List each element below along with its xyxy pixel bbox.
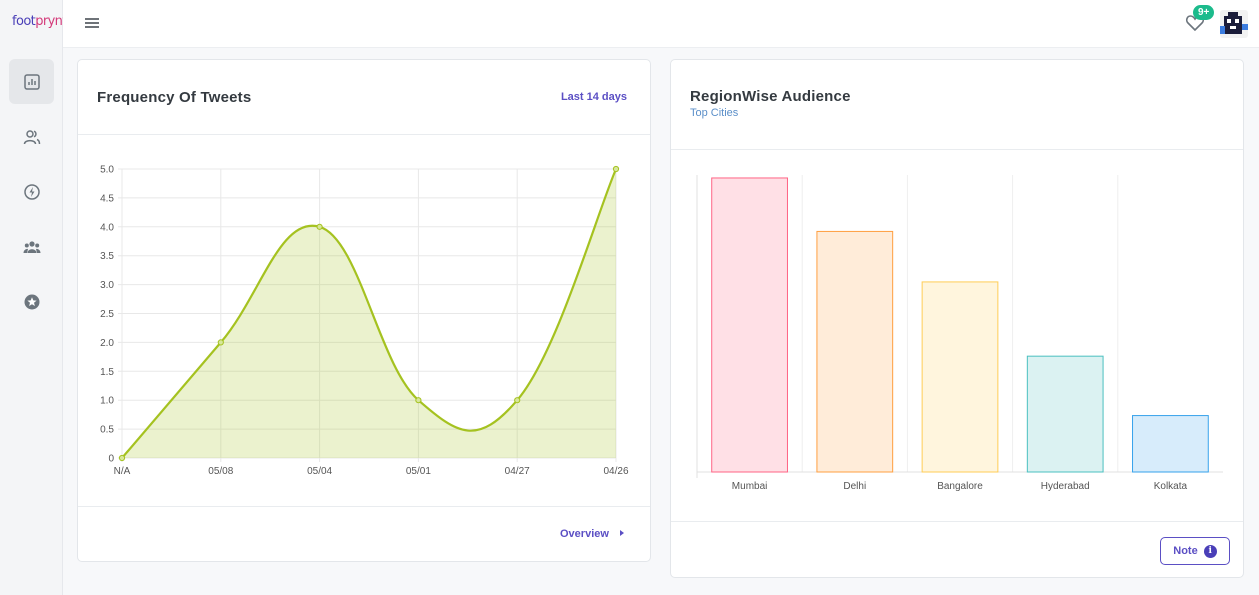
data-point bbox=[612, 165, 620, 173]
y-tick-label: 1.5 bbox=[100, 367, 114, 378]
sidebar: footprynt bbox=[0, 0, 67, 595]
topbar: 9+ bbox=[63, 0, 1259, 48]
y-tick-label: 4.5 bbox=[100, 193, 114, 204]
data-point bbox=[217, 339, 224, 346]
y-tick-label: 0.5 bbox=[100, 425, 114, 436]
x-tick-label: Bangalore bbox=[937, 481, 983, 492]
card-title: Frequency Of Tweets bbox=[97, 89, 252, 106]
divider bbox=[78, 506, 650, 507]
note-button[interactable]: Note i bbox=[1160, 537, 1230, 565]
users-icon bbox=[23, 129, 40, 144]
y-tick-label: 5.0 bbox=[100, 165, 114, 176]
bar bbox=[1132, 415, 1209, 473]
tweets-card: Frequency Of Tweets Last 14 days 0 0.5 1.0… bbox=[77, 59, 651, 562]
bar bbox=[816, 230, 894, 473]
x-tick-label: Mumbai bbox=[732, 481, 768, 492]
divider bbox=[671, 521, 1243, 522]
logo-part-1: foot bbox=[12, 14, 36, 29]
y-tick-label: 0 bbox=[108, 454, 114, 465]
date-range-link[interactable]: Last 14 days bbox=[561, 91, 627, 103]
y-tick-label: 3.5 bbox=[100, 251, 114, 262]
sidebar-item-activity[interactable] bbox=[9, 169, 54, 214]
y-tick-label: 2.0 bbox=[100, 338, 114, 349]
divider bbox=[78, 134, 650, 135]
sidebar-item-users[interactable] bbox=[9, 114, 54, 159]
overview-link[interactable]: Overview bbox=[560, 528, 624, 540]
sidebar-item-groups[interactable] bbox=[9, 224, 54, 269]
group-icon bbox=[23, 240, 40, 253]
data-point bbox=[316, 223, 323, 230]
note-label: Note bbox=[1173, 545, 1198, 557]
menu-icon[interactable] bbox=[83, 14, 101, 32]
x-tick-label: 04/26 bbox=[603, 466, 628, 477]
notification-badge: 9+ bbox=[1193, 5, 1215, 20]
data-point bbox=[514, 397, 521, 404]
y-tick-label: 3.0 bbox=[100, 280, 114, 291]
card-subtitle: Top Cities bbox=[690, 107, 739, 119]
audience-card: RegionWise Audience Top Cities Mumbai Del… bbox=[670, 59, 1244, 578]
lightning-icon bbox=[23, 183, 40, 200]
x-tick-label: 04/27 bbox=[505, 466, 530, 477]
bar bbox=[921, 281, 999, 473]
divider bbox=[671, 149, 1243, 150]
overview-label: Overview bbox=[560, 528, 609, 540]
data-point bbox=[118, 454, 126, 462]
x-tick-label: N/A bbox=[114, 466, 131, 477]
card-title: RegionWise Audience bbox=[690, 88, 851, 105]
x-tick-label: Hyderabad bbox=[1041, 481, 1090, 492]
star-icon bbox=[24, 294, 39, 309]
x-tick-label: Delhi bbox=[843, 481, 866, 492]
x-tick-label: 05/01 bbox=[406, 466, 431, 477]
y-tick-label: 1.0 bbox=[100, 396, 114, 407]
avatar[interactable] bbox=[1220, 10, 1248, 38]
bar bbox=[711, 177, 788, 473]
x-tick-label: 05/04 bbox=[307, 466, 332, 477]
sidebar-item-analytics[interactable] bbox=[9, 59, 54, 104]
audience-bar-chart: Mumbai Delhi Bangalore Hyderabad Kolkata bbox=[696, 175, 1223, 492]
data-point bbox=[415, 397, 422, 404]
logo[interactable]: footprynt bbox=[12, 14, 67, 29]
info-icon: i bbox=[1203, 544, 1217, 558]
bar bbox=[1026, 355, 1104, 473]
x-tick-label: 05/08 bbox=[208, 466, 233, 477]
caret-right-icon bbox=[619, 530, 624, 536]
bar-chart-icon bbox=[23, 73, 40, 90]
sidebar-item-favorites[interactable] bbox=[9, 279, 54, 324]
x-tick-label: Kolkata bbox=[1154, 481, 1188, 492]
tweets-area-chart: 0 0.5 1.0 1.5 2.0 2.5 3.0 3.5 4.0 4.5 5.0 N/A 05/08 0… bbox=[100, 165, 629, 478]
y-tick-label: 4.0 bbox=[100, 222, 114, 233]
y-tick-label: 2.5 bbox=[100, 309, 114, 320]
